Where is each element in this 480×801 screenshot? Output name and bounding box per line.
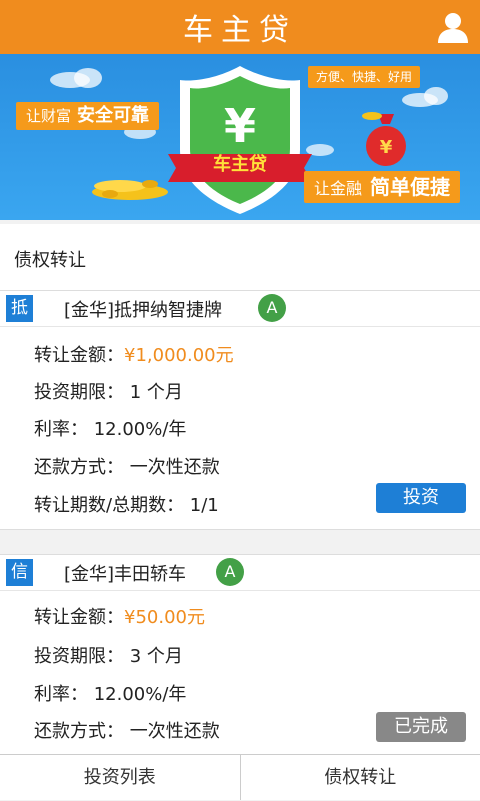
- app-header: 车主贷: [0, 0, 480, 54]
- installments-row: 转让期数/总期数： 1/1: [34, 491, 219, 517]
- section-title: 债权转让: [14, 246, 86, 272]
- tab-invest-list[interactable]: 投资列表: [0, 755, 240, 800]
- banner-tag-safe-big: 安全可靠: [77, 105, 149, 126]
- bottom-tab-bar: 投资列表 债权转让: [0, 754, 480, 800]
- transfer-card[interactable]: 抵 [金华]抵押纳智捷牌 A 转让金额：¥1,000.00元 投资期限： 1 个…: [0, 290, 480, 530]
- rate-row: 利率： 12.00%/年: [34, 415, 186, 441]
- amount-label: 转让金额：: [34, 345, 124, 366]
- banner-tag-finance-small: 让金融: [314, 179, 362, 198]
- amount-row: 转让金额：¥1,000.00元: [34, 341, 234, 367]
- card-header: 信 [金华]丰田轿车 A: [0, 555, 480, 591]
- grade-badge: A: [216, 558, 244, 586]
- card-header: 抵 [金华]抵押纳智捷牌 A: [0, 291, 480, 327]
- amount-value: ¥50.00元: [124, 607, 205, 628]
- banner-tag-finance-big: 简单便捷: [370, 175, 450, 199]
- rate-row: 利率： 12.00%/年: [34, 680, 186, 706]
- period-row: 投资期限： 3 个月: [34, 642, 183, 668]
- banner-tag-safe: 让财富安全可靠: [16, 102, 159, 130]
- invest-button[interactable]: 投资: [376, 483, 466, 513]
- amount-value: ¥1,000.00元: [124, 345, 234, 366]
- amount-row: 转让金额：¥50.00元: [34, 603, 205, 629]
- grade-badge: A: [258, 294, 286, 322]
- user-icon[interactable]: [436, 10, 470, 44]
- transfer-card[interactable]: 信 [金华]丰田轿车 A 转让金额：¥50.00元 投资期限： 3 个月 利率：…: [0, 554, 480, 754]
- banner-tag-finance: 让金融简单便捷: [304, 171, 460, 203]
- page-title: 车主贷: [183, 5, 297, 49]
- repay-row: 还款方式： 一次性还款: [34, 453, 220, 479]
- tab-debt-transfer[interactable]: 债权转让: [240, 755, 480, 800]
- banner-tag-safe-small: 让财富: [26, 107, 71, 125]
- section-header: 债权转让: [0, 224, 480, 290]
- promo-banner[interactable]: ¥ ¥ 让财富安全可靠 方便、快捷、好用 让金融简单便捷 车主贷: [0, 54, 480, 220]
- banner-ribbon-text: 车主贷: [190, 150, 290, 180]
- banner-tag-convenient: 方便、快捷、好用: [308, 66, 420, 88]
- card-title: [金华]丰田轿车: [64, 560, 186, 586]
- period-row: 投资期限： 1 个月: [34, 378, 183, 404]
- svg-text:¥: ¥: [380, 137, 393, 158]
- svg-text:¥: ¥: [224, 99, 256, 153]
- type-badge: 信: [6, 559, 33, 586]
- amount-label: 转让金额：: [34, 607, 124, 628]
- card-title: [金华]抵押纳智捷牌: [64, 296, 222, 322]
- repay-row: 还款方式： 一次性还款: [34, 717, 220, 743]
- type-badge: 抵: [6, 295, 33, 322]
- completed-button: 已完成: [376, 712, 466, 742]
